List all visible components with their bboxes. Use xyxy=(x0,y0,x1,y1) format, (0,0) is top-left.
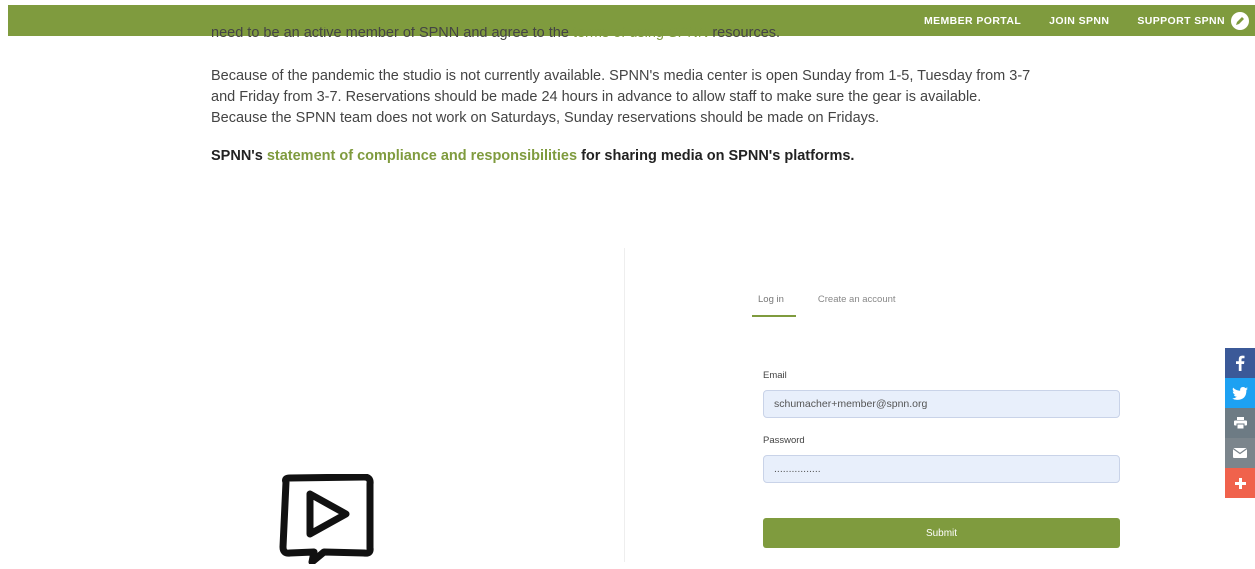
tab-create-account[interactable]: Create an account xyxy=(812,292,902,317)
nav-support-spnn[interactable]: SUPPORT SPNN xyxy=(1137,15,1225,27)
nav-member-portal[interactable]: MEMBER PORTAL xyxy=(924,15,1021,27)
compliance-before: SPNN's xyxy=(211,148,267,164)
email-field[interactable] xyxy=(763,390,1120,418)
social-share-bar xyxy=(1225,348,1255,498)
availability-paragraph: Because of the pandemic the studio is no… xyxy=(211,66,1041,129)
availability-text: Because of the pandemic the studio is no… xyxy=(211,68,1031,126)
submit-button[interactable]: Submit xyxy=(763,518,1120,548)
email-icon[interactable] xyxy=(1225,438,1255,468)
compliance-statement: SPNN's statement of compliance and respo… xyxy=(211,146,1041,167)
spnn-play-logo-icon xyxy=(276,473,376,566)
login-tabs: Log in Create an account xyxy=(752,292,918,317)
column-divider xyxy=(624,248,625,562)
compliance-after: for sharing media on SPNN's platforms. xyxy=(577,148,855,164)
intro-after: resources. xyxy=(708,27,781,41)
print-icon[interactable] xyxy=(1225,408,1255,438)
password-field[interactable] xyxy=(763,455,1120,483)
email-label: Email xyxy=(763,370,787,381)
facebook-icon[interactable] xyxy=(1225,348,1255,378)
password-label: Password xyxy=(763,435,805,446)
tab-log-in[interactable]: Log in xyxy=(752,292,796,317)
edit-icon[interactable] xyxy=(1231,11,1249,30)
intro-before: need to be an active member of SPNN and … xyxy=(211,27,573,41)
compliance-link[interactable]: statement of compliance and responsibili… xyxy=(267,148,577,164)
twitter-icon[interactable] xyxy=(1225,378,1255,408)
terms-link[interactable]: terms of using SPNN xyxy=(573,27,708,41)
nav-join-spnn[interactable]: JOIN SPNN xyxy=(1049,15,1109,27)
share-plus-icon[interactable] xyxy=(1225,468,1255,498)
intro-text: need to be an active member of SPNN and … xyxy=(211,27,1041,47)
